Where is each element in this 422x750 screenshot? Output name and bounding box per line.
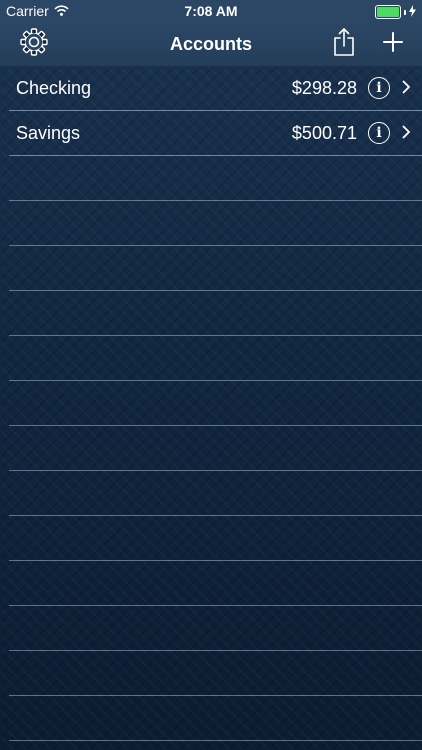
add-account-button[interactable] <box>375 26 411 62</box>
empty-row <box>9 201 422 246</box>
empty-row <box>9 651 422 696</box>
account-balance: $298.28 <box>291 78 357 98</box>
battery-icon <box>375 5 401 19</box>
status-right <box>375 4 416 20</box>
empty-row <box>9 246 422 291</box>
charging-bolt-icon <box>409 4 416 20</box>
plus-icon <box>382 31 404 58</box>
empty-row <box>9 516 422 561</box>
account-row-savings[interactable]: Savings $500.71 i <box>9 111 422 156</box>
account-name: Checking <box>16 78 92 98</box>
empty-row <box>9 156 422 201</box>
share-button[interactable] <box>326 26 362 62</box>
empty-row <box>9 291 422 336</box>
info-icon[interactable]: i <box>368 77 390 99</box>
account-row-checking[interactable]: Checking $298.28 i <box>9 66 422 111</box>
chevron-right-icon <box>402 80 411 99</box>
account-balance: $500.71 <box>291 123 357 143</box>
chevron-right-icon <box>402 125 411 144</box>
empty-row <box>9 606 422 651</box>
battery-fill <box>377 7 399 17</box>
accounts-list: Checking $298.28 i Savings $500.71 i <box>0 66 422 741</box>
empty-row <box>9 696 422 741</box>
info-icon[interactable]: i <box>368 122 390 144</box>
empty-row <box>9 561 422 606</box>
share-icon <box>332 27 356 62</box>
empty-row <box>9 336 422 381</box>
empty-row <box>9 381 422 426</box>
status-bar: Carrier 7:08 AM <box>0 0 422 22</box>
account-name: Savings <box>16 123 81 143</box>
empty-row <box>9 426 422 471</box>
nav-bar: Accounts <box>0 22 422 67</box>
empty-row <box>9 471 422 516</box>
battery-nub <box>404 9 406 15</box>
status-time: 7:08 AM <box>184 3 238 19</box>
